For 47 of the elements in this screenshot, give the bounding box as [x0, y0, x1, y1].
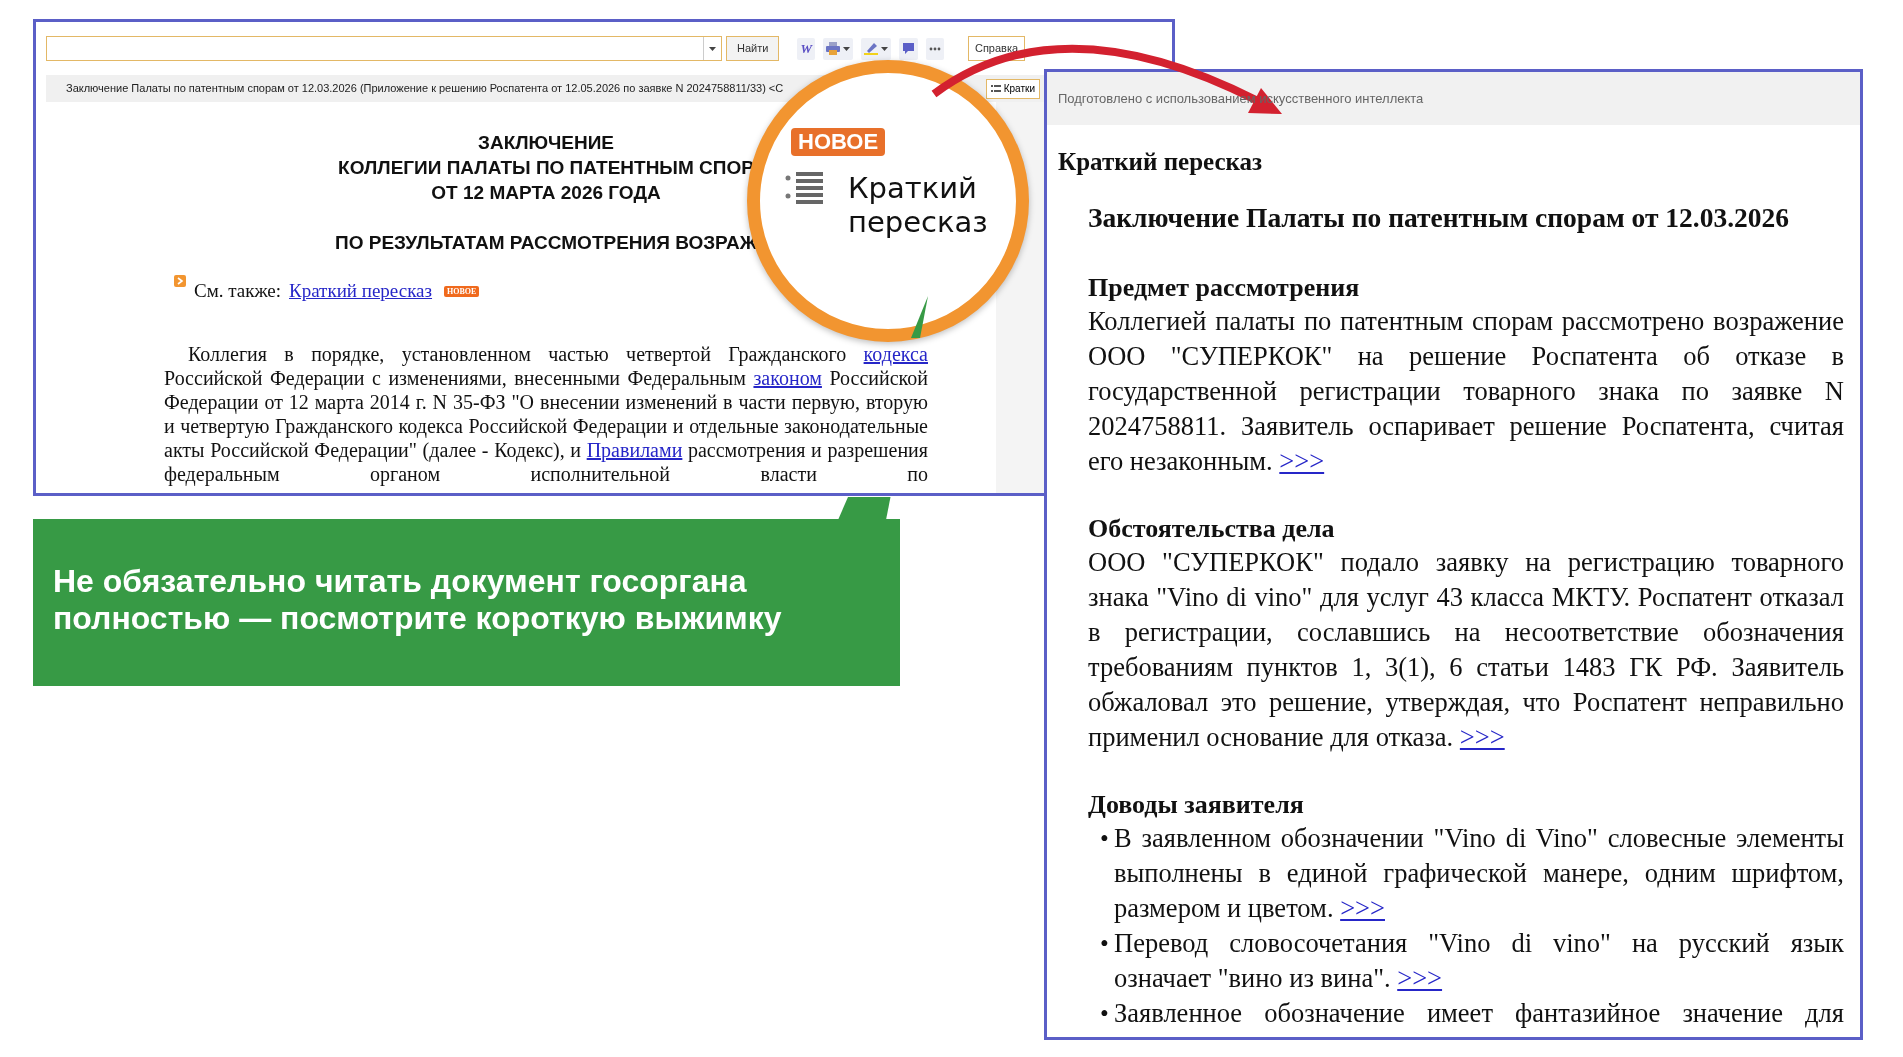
section-paragraph: ООО "СУПЕРКОК" подало заявку на регистрацию товарного знака "Vino di vino" для услуг 43 класса МКТУ. Роспатент отказал в регистрации, сославшись на несоответствие обозначения требованиям пунктов 1, 3(1), 6 статьи 1483 ГК РФ. Заявитель обжаловал это решение, утверждая, что Роспатент неправильно применил основание для отказа. >>> [1088, 545, 1844, 754]
summary-button[interactable]: Кратки [985, 78, 1040, 99]
document-heading: ЗАКЛЮЧЕНИЕ [478, 131, 614, 155]
section-heading: Доводы заявителя [1088, 788, 1305, 821]
search-field[interactable] [46, 36, 722, 61]
summary-link[interactable]: Краткий пересказ [289, 277, 433, 306]
see-also-label: См. также: [194, 279, 281, 303]
pointer-tip [911, 296, 928, 338]
more-link[interactable]: >>> [1397, 962, 1443, 993]
list-icon [785, 172, 823, 206]
list-icon [990, 84, 1001, 93]
arrow-bullet-icon [174, 275, 186, 287]
summary-heading: Краткий пересказ [1058, 147, 1264, 177]
new-badge: НОВОЕ [791, 128, 886, 156]
list-item-text: Перевод словосочетания "Vino di vino" на русский язык означает "вино из вина". >>> [1114, 926, 1844, 995]
document-link[interactable]: кодекса [863, 342, 928, 365]
section-heading: Предмет рассмотрения [1088, 271, 1361, 304]
summary-title: Заключение Палаты по патентным спорам от 12.03.2026 [1088, 200, 1790, 235]
caret-icon [709, 46, 716, 51]
document-title: Заключение Палаты по патентным спорам от 12.03.2026 (Приложение к решению Роспатента от 12.05.2026 по заявке N 2024758811/33) <С [66, 81, 784, 97]
more-icon [928, 46, 941, 51]
bullet-mark: • [1100, 928, 1110, 959]
bullet-mark: • [1100, 823, 1110, 854]
toolbar-button[interactable] [822, 37, 853, 60]
comment-icon [901, 42, 915, 55]
document-paragraph: Коллегия в порядке, установленном частью четвертой Гражданского кодекса Российской Федерации с изменениями, внесенными Федеральным законом Российской Федерации от 12 марта 2014 г. N 35-ФЗ "О внесении изменений в части первую, вторую и четвертую Гражданского кодекса Российской Федерации и отдельные законодательные акты Российской Федерации" (далее - Кодекс), и Правилами рассмотрения и разрешения федеральным органом исполнительной власти по [164, 341, 928, 486]
document-heading: ОТ 12 МАРТА 2026 ГОДА [431, 181, 661, 205]
document-link[interactable]: Правилами [586, 438, 683, 461]
word-export-button[interactable]: W [797, 37, 815, 60]
toolbar-button[interactable] [925, 37, 944, 60]
document-link[interactable]: законом [753, 366, 822, 389]
printer-icon [825, 42, 840, 55]
highlighter-icon [863, 42, 878, 55]
toolbar-button[interactable] [860, 37, 891, 60]
new-badge: НОВОЕ [444, 285, 480, 297]
list-item-text: Заявленное обозначение имеет фантазийное значение для [1114, 996, 1844, 1030]
find-button[interactable]: Найти [726, 36, 780, 61]
more-link[interactable]: >>> [1340, 892, 1385, 923]
summary-label: Краткий пересказ [848, 171, 989, 239]
section-heading: Обстоятельства дела [1088, 512, 1336, 545]
callout-text: Не обязательно читать документ госоргана полностью — посмотрите короткую выжимку [53, 563, 783, 637]
list-item-text: В заявленном обозначении "Vino di Vino" словесные элементы выполнены в единой графической манере, одним шрифтом, размером и цветом. >>> [1114, 821, 1844, 925]
section-paragraph: Коллегией палаты по патентным спорам рассмотрено возражение ООО "СУПЕРКОК" на решение Роспатента об отказе в государственной регистрации товарного знака по заявке N 2024758811. Заявитель оспаривает решение Роспатента, считая его незаконным. >>> [1088, 304, 1844, 478]
more-link[interactable]: >>> [1459, 721, 1505, 752]
more-link[interactable]: >>> [1279, 445, 1325, 476]
bullet-mark: • [1100, 998, 1110, 1029]
toolbar-button[interactable] [898, 37, 918, 60]
